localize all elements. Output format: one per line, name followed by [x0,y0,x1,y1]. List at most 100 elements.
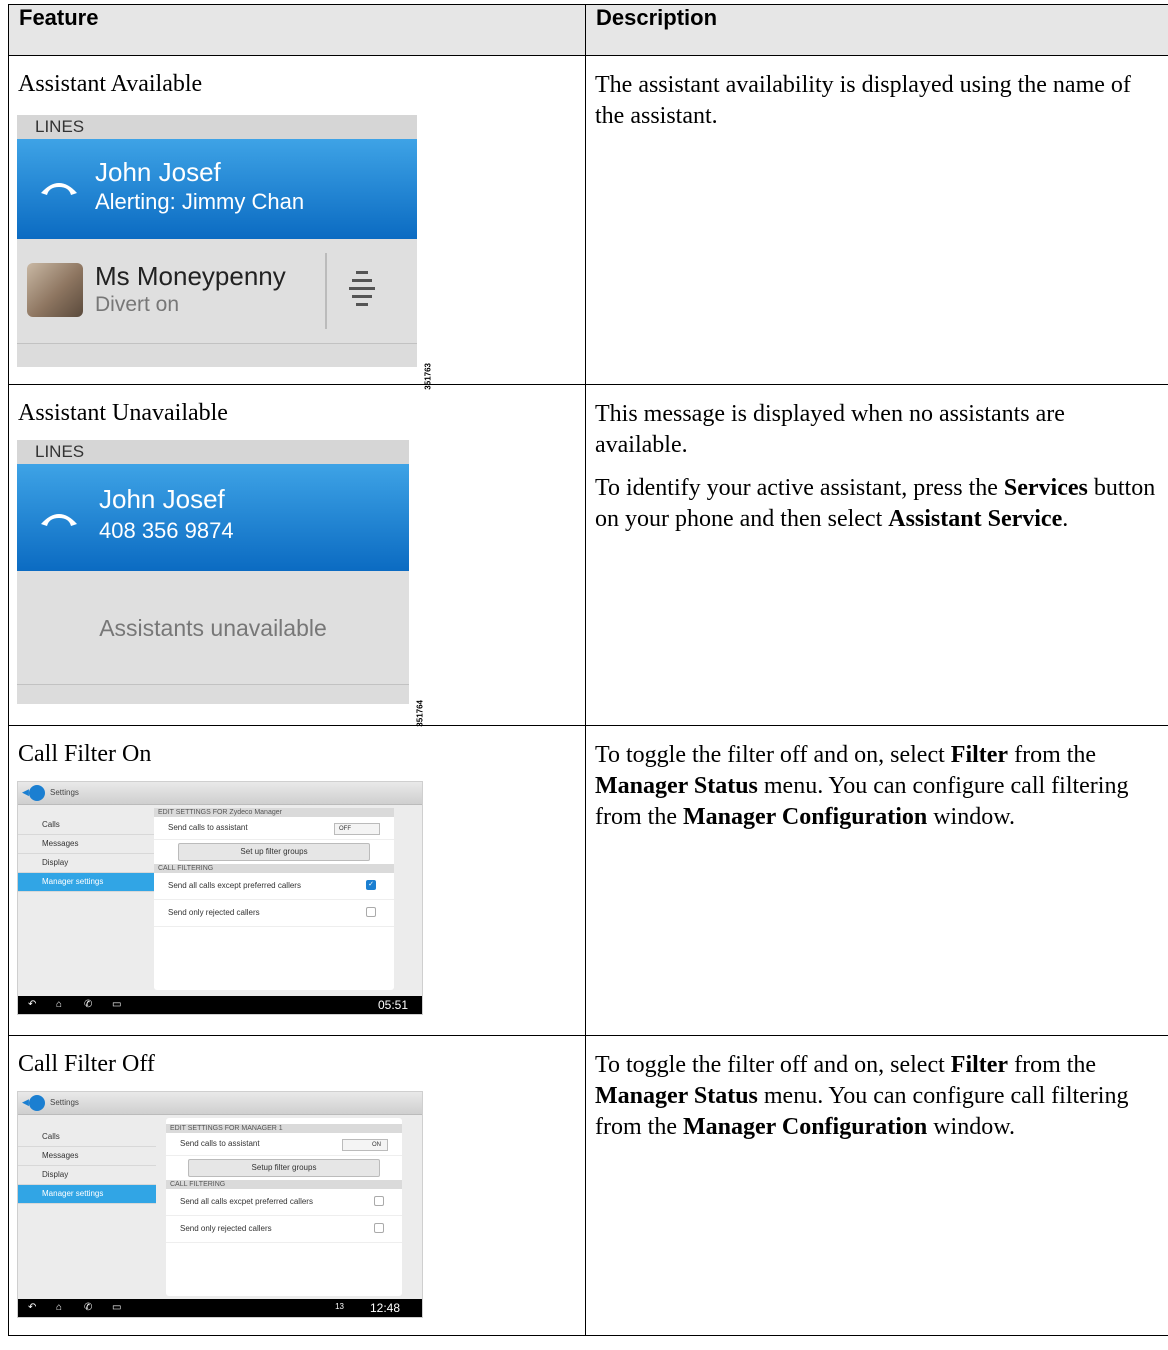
settings-titlebar: ◀ Settings [18,781,422,805]
phone-icon [29,1094,45,1111]
option-label: Send only rejected callers [180,1223,272,1233]
back-icon[interactable]: ↶ [28,999,36,1010]
send-calls-row[interactable]: Send calls to assistant OFF [154,817,394,840]
caller-name: John Josef [99,483,225,514]
menu-item-manager-settings[interactable]: Manager settings [18,872,156,892]
table-row: Assistant Unavailable LINES John Josef 4… [8,384,1168,727]
description-cell: The assistant availability is displayed … [585,55,1168,385]
send-calls-label: Send calls to assistant [180,1138,260,1148]
section-header: CALL FILTERING [154,863,394,873]
settings-panel: EDIT SETTINGS FOR MANAGER 1 Send calls t… [166,1117,402,1296]
settings-panel: EDIT SETTINGS FOR Zydeco Manager Send ca… [154,807,394,990]
description-cell: To toggle the filter off and on, select … [585,725,1168,1036]
description-text: To toggle the filter off and on, select … [595,742,1129,830]
table-row: Call Filter Off ◀ Settings Calls Message… [8,1035,1168,1336]
menu-item-manager-settings[interactable]: Manager settings [18,1184,156,1204]
send-calls-row[interactable]: Send calls to assistant ON [166,1133,402,1156]
feature-table: Feature Description Assistant Available … [8,4,1168,1336]
system-bar: ↶ ⌂ ✆ ▭ 13 12:48 [18,1298,422,1317]
filter-option-row[interactable]: Send only rejected callers [154,900,394,927]
notification-count: 13 [335,1301,344,1311]
header-feature: Feature [8,4,586,56]
table-row: Call Filter On ◀ Settings Calls Messages… [8,725,1168,1036]
section-header: EDIT SETTINGS FOR Zydeco Manager [154,807,394,817]
table-header-row: Feature Description [8,4,1168,56]
checkbox-checked[interactable]: ✓ [366,879,376,890]
figure-id: 351763 [424,362,433,390]
active-line: John Josef 408 356 9874 [17,463,409,571]
filter-option-row[interactable]: Send only rejected callers [166,1216,402,1243]
send-calls-toggle[interactable]: OFF [334,822,380,835]
menu-item-messages[interactable]: Messages [18,835,156,854]
home-icon[interactable]: ⌂ [56,1302,62,1313]
assistant-status: Divert on [95,292,180,316]
phone-icon [29,784,45,801]
description-text: The assistant availability is displayed … [595,72,1131,129]
assistant-name: Ms Moneypenny [95,260,286,291]
menu-item-messages[interactable]: Messages [18,1147,156,1166]
description-cell: This message is displayed when no assist… [585,384,1168,726]
menu-item-calls[interactable]: Calls [18,1128,156,1147]
back-arrow-icon[interactable]: ◀ [22,1097,29,1108]
assistant-row: Assistants unavailable [17,570,409,684]
recents-icon[interactable]: ▭ [112,1302,121,1313]
assistant-unavailable-screenshot: LINES John Josef 408 356 9874 Assistants… [17,439,425,727]
checkbox[interactable] [374,1222,384,1233]
feature-name: Call Filter On [18,741,152,767]
phone-icon[interactable]: ✆ [84,1302,92,1313]
call-filter-on-screenshot: ◀ Settings Calls Messages Display Manage… [17,780,423,1015]
assistant-available-screenshot: LINES John Josef Alerting: Jimmy Chan Ms… [17,114,433,390]
feature-cell: Assistant Unavailable LINES John Josef 4… [8,384,586,727]
back-icon[interactable]: ↶ [28,1302,36,1313]
avatar [27,262,83,317]
settings-menu: Calls Messages Display Manager settings [18,816,156,892]
assistant-row: Ms Moneypenny Divert on [17,238,417,343]
description-text: This message is displayed when no assist… [595,401,1065,458]
settings-title: Settings [50,1097,79,1107]
option-label: Send only rejected callers [168,907,260,917]
send-calls-toggle[interactable]: ON [342,1138,388,1151]
caller-name: John Josef [95,156,221,187]
settings-title: Settings [50,787,79,797]
feature-name: Assistant Available [18,71,203,97]
feature-cell: Assistant Available LINES John Josef Ale… [8,55,586,390]
lines-footer [17,683,409,705]
feature-name: Assistant Unavailable [18,400,228,426]
menu-lines-icon[interactable] [349,269,375,309]
menu-item-display[interactable]: Display [18,854,156,873]
alerting-text: Alerting: Jimmy Chan [95,188,305,214]
send-calls-label: Send calls to assistant [168,822,248,832]
handset-icon [41,182,77,195]
option-label: Send all calls except preferred callers [168,880,301,890]
description-text: To toggle the filter off and on, select … [595,1052,1129,1140]
feature-name: Call Filter Off [18,1051,155,1077]
home-icon[interactable]: ⌂ [56,999,62,1010]
filter-option-row[interactable]: Send all calls excpet preferred callers [166,1189,402,1216]
handset-icon [41,513,77,526]
active-line: John Josef Alerting: Jimmy Chan [17,138,417,239]
settings-menu: Calls Messages Display Manager settings [18,1128,156,1204]
filter-groups-button[interactable]: Setup filter groups [188,1158,380,1177]
filter-groups-button[interactable]: Set up filter groups [178,842,370,861]
phone-icon[interactable]: ✆ [84,999,92,1010]
feature-cell: Call Filter Off ◀ Settings Calls Message… [8,1035,586,1336]
feature-cell: Call Filter On ◀ Settings Calls Messages… [8,725,586,1036]
header-description: Description [585,4,1168,56]
settings-titlebar: ◀ Settings [18,1091,422,1115]
menu-item-display[interactable]: Display [18,1166,156,1185]
assistants-unavailable-text: Assistants unavailable [99,614,327,641]
checkbox[interactable] [374,1195,384,1206]
description-text: To identify your active assistant, press… [595,475,1156,532]
checkbox[interactable] [366,906,376,917]
caller-number: 408 356 9874 [99,517,234,543]
section-header: EDIT SETTINGS FOR MANAGER 1 [166,1123,402,1133]
lines-header: LINES [17,439,409,464]
filter-option-row[interactable]: Send all calls except preferred callers ✓ [154,873,394,900]
description-cell: To toggle the filter off and on, select … [585,1035,1168,1336]
clock: 12:48 [369,1300,400,1315]
menu-item-calls[interactable]: Calls [18,816,156,835]
back-arrow-icon[interactable]: ◀ [22,787,29,798]
recents-icon[interactable]: ▭ [112,999,121,1010]
divider [325,252,327,329]
section-header: CALL FILTERING [166,1179,402,1189]
